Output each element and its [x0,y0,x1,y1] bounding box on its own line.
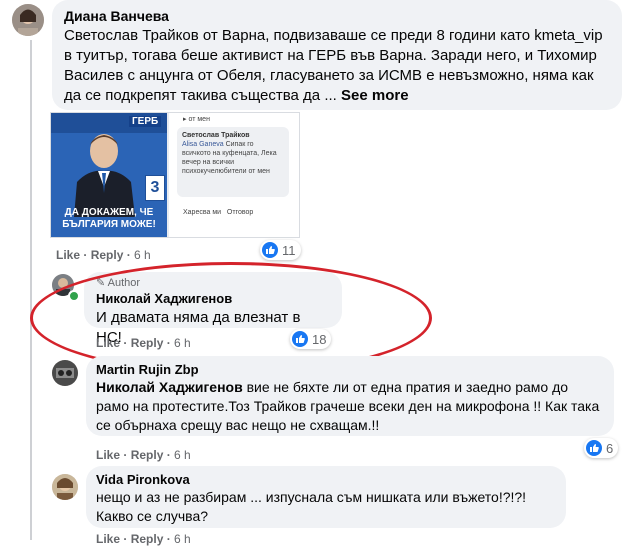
avatar[interactable] [12,4,44,36]
reply-text: нещо и аз не разбирам ... изпуснала съм … [96,489,527,524]
thread-line [30,40,32,540]
reply-timestamp[interactable]: 6 h [174,448,191,462]
like-button[interactable]: Like [96,532,120,546]
reaction-count[interactable]: 6 [584,438,619,458]
reply-author[interactable]: Martin Rujin Zbp [96,362,604,378]
reply-author[interactable]: Vida Pironkova [96,472,556,488]
embedded-comment-screenshot: ▸ от мен Светослав Трайков Alisa Ganeva … [169,113,299,237]
mention-link[interactable]: Николай Хаджигенов [96,379,243,395]
poster-image: ГЕРБ 3 ДА ДОКАЖЕМ, ЧЕ БЪЛГАРИЯ МОЖЕ! [51,113,167,237]
author-badge: Author [107,277,141,289]
reply-actions: Like · Reply · 6 h [96,532,191,546]
reply-timestamp[interactable]: 6 h [174,532,191,546]
reply-button[interactable]: Reply [131,448,164,462]
reply-timestamp[interactable]: 6 h [174,336,191,350]
pencil-icon: ✎ [96,277,106,289]
reply-author[interactable]: Николай Хаджигенов [96,290,330,308]
poster-logo: ГЕРБ [129,116,162,127]
reply-actions: Like · Reply · 6 h [96,336,191,350]
like-button[interactable]: Like [96,448,120,462]
reaction-count[interactable]: 11 [260,240,301,260]
comment-attached-image[interactable]: ГЕРБ 3 ДА ДОКАЖЕМ, ЧЕ БЪЛГАРИЯ МОЖЕ! ▸ о… [50,112,300,238]
reply-text: Николай Хаджигенов вие не бяхте ли от ед… [96,379,600,433]
comment-author[interactable]: Диана Ванчева [64,8,610,24]
like-button[interactable]: Like [56,248,80,262]
like-reaction-icon [586,440,602,456]
avatar[interactable] [52,360,78,386]
reaction-count[interactable]: 18 [290,329,332,349]
reply-bubble: ✎ Author Николай Хаджигенов И двамата ня… [84,272,342,346]
online-status-dot [68,290,80,302]
comment-text: Светослав Трайков от Варна, подвизаваше … [64,27,603,104]
like-button[interactable]: Like [96,336,120,350]
reply-button[interactable]: Reply [131,532,164,546]
reply-button[interactable]: Reply [131,336,164,350]
see-more-link[interactable]: See more [341,87,409,104]
reply-actions: Like · Reply · 6 h [96,448,191,462]
poster-slogan: ДА ДОКАЖЕМ, ЧЕ БЪЛГАРИЯ МОЖЕ! [62,207,156,230]
like-reaction-icon [292,331,308,347]
poster-ballot-number: 3 [145,175,165,201]
comment-bubble: Диана Ванчева Светослав Трайков от Варна… [52,0,622,110]
comment-actions: Like · Reply · 6 h [56,248,151,262]
avatar[interactable] [52,474,78,500]
comment-timestamp[interactable]: 6 h [134,248,151,262]
reply-button[interactable]: Reply [91,248,124,262]
reply-bubble: Vida Pironkova нещо и аз не разбирам ...… [86,466,566,528]
reply-bubble: Martin Rujin Zbp Николай Хаджигенов вие … [86,356,614,436]
like-reaction-icon [262,242,278,258]
